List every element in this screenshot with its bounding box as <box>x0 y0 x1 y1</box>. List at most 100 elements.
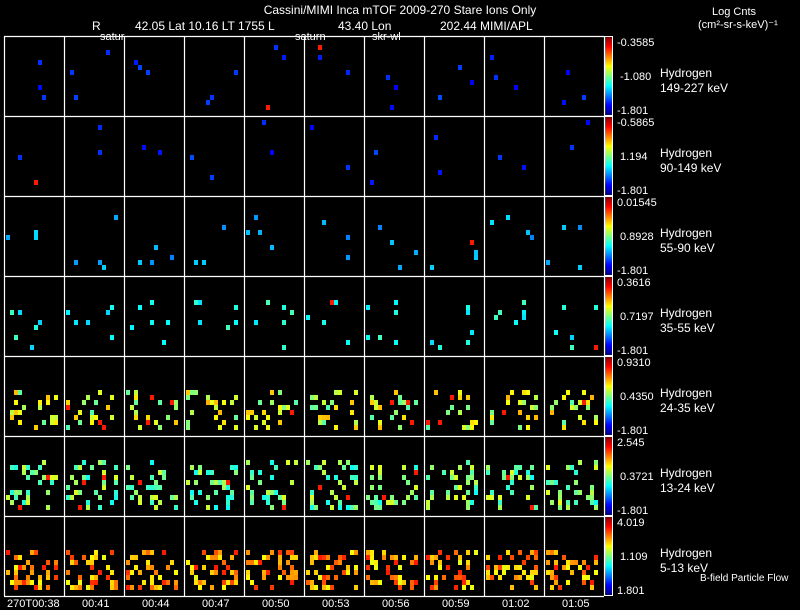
energy-range-label: 13-24 keV <box>660 481 715 495</box>
pixel <box>154 245 158 250</box>
pixel <box>98 260 102 265</box>
pixel <box>318 575 322 580</box>
pixel <box>458 485 462 490</box>
pixel <box>234 575 238 580</box>
pixel <box>102 480 106 485</box>
pixel <box>318 420 322 425</box>
pixel <box>226 505 230 510</box>
pixel <box>466 560 470 565</box>
pixel <box>370 555 374 560</box>
pixel <box>518 565 522 570</box>
pixel <box>330 490 334 495</box>
pixel <box>474 550 478 555</box>
pixel <box>426 475 430 480</box>
pixel <box>546 465 550 470</box>
pixel <box>366 335 370 340</box>
pixel <box>414 485 418 490</box>
pixel <box>114 480 118 485</box>
pixel <box>458 390 462 395</box>
pixel <box>234 550 238 555</box>
species-energy-label: Hydrogen 5-13 keV <box>660 546 712 576</box>
pixel <box>18 310 22 315</box>
pixel <box>78 420 82 425</box>
pixel <box>390 240 394 245</box>
pixel <box>370 180 374 185</box>
pixel <box>562 555 566 560</box>
pixel <box>594 560 598 565</box>
pixel <box>370 400 374 405</box>
pixel <box>90 555 94 560</box>
pixel <box>294 570 298 575</box>
pixel <box>50 480 54 485</box>
pixel <box>346 570 350 575</box>
pixel <box>310 490 314 495</box>
pixel <box>458 555 462 560</box>
species-label: Hydrogen <box>660 386 713 400</box>
pixel <box>374 580 378 585</box>
pixel <box>570 400 574 405</box>
pixel <box>310 555 314 560</box>
pixel <box>6 550 10 555</box>
pixel <box>38 585 42 590</box>
pixel <box>150 300 154 305</box>
pixel <box>130 570 134 575</box>
pixel <box>314 570 318 575</box>
species-energy-label: Hydrogen 24-35 keV <box>660 386 715 416</box>
species-energy-label: Hydrogen 13-24 keV <box>660 466 715 496</box>
pixel <box>334 495 338 500</box>
pixel <box>426 425 430 430</box>
pixel <box>126 485 130 490</box>
pixel <box>378 225 382 230</box>
colorbar <box>605 117 612 195</box>
time-tick-label: 00:44 <box>142 598 170 610</box>
pixel <box>278 420 282 425</box>
pixel <box>470 425 474 430</box>
pixel <box>70 560 74 565</box>
pixel <box>158 575 162 580</box>
pixel <box>582 570 586 575</box>
pixel <box>550 405 554 410</box>
pixel <box>594 460 598 465</box>
pixel <box>370 580 374 585</box>
pixel <box>386 75 390 80</box>
pixel <box>198 490 202 495</box>
pixel <box>550 585 554 590</box>
pixel <box>410 560 414 565</box>
pixel <box>290 565 294 570</box>
pixel <box>454 485 458 490</box>
pixel <box>262 420 266 425</box>
pixel <box>138 480 142 485</box>
pixel <box>210 480 214 485</box>
colorbar-min-label: 1.801 <box>617 585 645 597</box>
pixel <box>18 490 22 495</box>
pixel <box>518 575 522 580</box>
pixel <box>286 405 290 410</box>
pixel <box>498 495 502 500</box>
pixel <box>22 565 26 570</box>
pixel <box>370 560 374 565</box>
pixel <box>174 420 178 425</box>
pixel <box>138 65 142 70</box>
pixel <box>114 465 118 470</box>
pixel <box>198 300 202 305</box>
pixel <box>322 575 326 580</box>
pixel <box>582 400 586 405</box>
pixel <box>218 425 222 430</box>
pixel <box>14 410 18 415</box>
pixel <box>530 575 534 580</box>
pixel <box>294 555 298 560</box>
pixel <box>214 480 218 485</box>
pixel <box>466 395 470 400</box>
pixel <box>574 480 578 485</box>
pixel <box>378 425 382 430</box>
pixel <box>522 560 526 565</box>
pixel <box>390 495 394 500</box>
pixel <box>554 575 558 580</box>
time-tick-label: 01:02 <box>502 598 530 610</box>
pixel <box>466 490 470 495</box>
pixel <box>530 405 534 410</box>
pixel <box>10 415 14 420</box>
pixel <box>414 555 418 560</box>
pixel <box>474 480 478 485</box>
pixel <box>430 465 434 470</box>
